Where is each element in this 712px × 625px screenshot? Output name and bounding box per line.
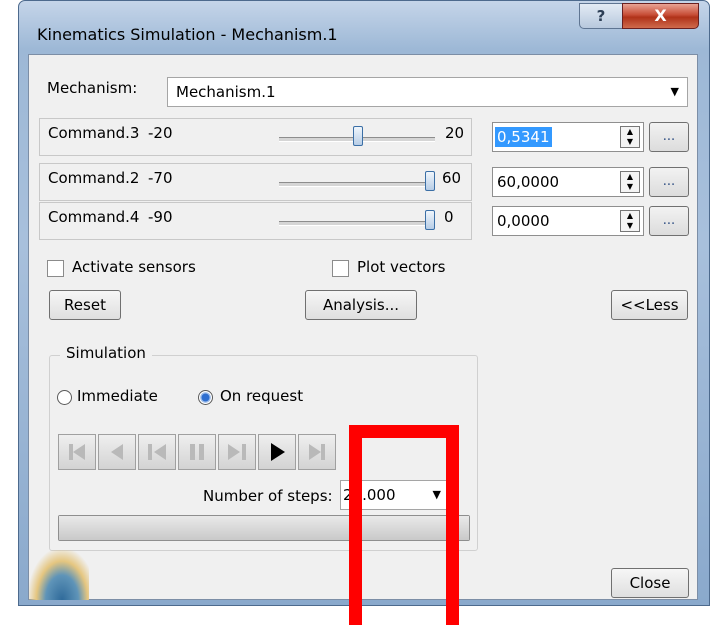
command-name: Command.2 — [48, 169, 140, 187]
step-back-button[interactable] — [98, 434, 136, 470]
less-button[interactable]: <<Less — [611, 290, 688, 320]
command-slider-track[interactable] — [279, 182, 435, 187]
immediate-radio[interactable] — [57, 390, 72, 405]
jump-to-end-icon — [309, 444, 325, 460]
command-slider-thumb[interactable] — [353, 126, 364, 146]
help-button[interactable]: ? — [579, 3, 623, 29]
window-title: Kinematics Simulation - Mechanism.1 — [37, 25, 338, 44]
jump-to-end-button[interactable] — [298, 434, 336, 470]
command-slider-track[interactable] — [279, 221, 435, 226]
play-icon — [271, 443, 285, 461]
steps-label: Number of steps: — [203, 487, 333, 505]
play-backward-icon — [111, 444, 123, 460]
command-min: -20 — [148, 124, 173, 142]
command-value-text: 0,0000 — [497, 212, 550, 230]
skip-back-icon — [148, 444, 166, 460]
command-name: Command.3 — [48, 124, 140, 142]
activate-sensors-checkbox[interactable] — [47, 260, 64, 277]
previous-step-button[interactable] — [138, 434, 176, 470]
mechanism-select-value: Mechanism.1 — [176, 83, 276, 101]
command-slider-thumb[interactable] — [425, 171, 435, 191]
pause-button[interactable] — [178, 434, 216, 470]
plot-vectors-label: Plot vectors — [357, 258, 446, 276]
command-row-3: Command.3 -20 20 — [39, 118, 472, 156]
jump-to-start-icon — [69, 444, 85, 460]
mechanism-label: Mechanism: — [47, 79, 138, 97]
close-button[interactable]: Close — [611, 568, 689, 598]
command-slider-thumb[interactable] — [425, 210, 435, 230]
next-step-button[interactable] — [218, 434, 256, 470]
command-max: 0 — [444, 208, 454, 226]
jump-to-start-button[interactable] — [58, 434, 96, 470]
simulation-legend: Simulation — [60, 344, 152, 362]
skip-forward-icon — [228, 444, 246, 460]
command-value-input[interactable]: 0,0000 ▲ ▼ — [492, 206, 644, 236]
command-max: 60 — [442, 169, 462, 187]
command-value-text: 0,5341 — [495, 127, 552, 147]
mechanism-select[interactable]: Mechanism.1 ▼ — [167, 77, 688, 107]
on-request-radio[interactable] — [198, 390, 213, 405]
command-value-text: 60,0000 — [497, 173, 560, 191]
plot-vectors-checkbox[interactable] — [332, 260, 349, 277]
command-min: -90 — [148, 208, 173, 226]
command-more-button[interactable]: ... — [649, 206, 689, 236]
spinner-arrows-icon[interactable]: ▲ ▼ — [620, 126, 640, 148]
immediate-label: Immediate — [77, 387, 158, 405]
command-min: -70 — [148, 169, 173, 187]
reset-button[interactable]: Reset — [49, 290, 121, 320]
command-row-2: Command.2 -70 60 — [39, 163, 472, 201]
spinner-arrows-icon[interactable]: ▲ ▼ — [620, 210, 640, 232]
window-close-button[interactable]: X — [622, 3, 699, 29]
spinner-arrows-icon[interactable]: ▲ ▼ — [620, 171, 640, 193]
command-more-button[interactable]: ... — [649, 122, 689, 152]
command-row-4: Command.4 -90 0 — [39, 202, 472, 240]
play-forward-button[interactable] — [258, 434, 296, 470]
pause-icon — [190, 444, 204, 460]
chevron-down-icon: ▼ — [670, 85, 679, 98]
on-request-label: On request — [220, 387, 304, 405]
command-value-input[interactable]: 0,5341 ▲ ▼ — [492, 122, 644, 152]
command-max: 20 — [445, 124, 465, 142]
command-value-input[interactable]: 60,0000 ▲ ▼ — [492, 167, 644, 197]
annotation-highlight-box — [349, 425, 459, 625]
activate-sensors-label: Activate sensors — [72, 258, 196, 276]
command-more-button[interactable]: ... — [649, 167, 689, 197]
command-name: Command.4 — [48, 208, 140, 226]
app-logo-swirl — [29, 550, 89, 600]
analysis-button[interactable]: Analysis... — [305, 290, 417, 320]
